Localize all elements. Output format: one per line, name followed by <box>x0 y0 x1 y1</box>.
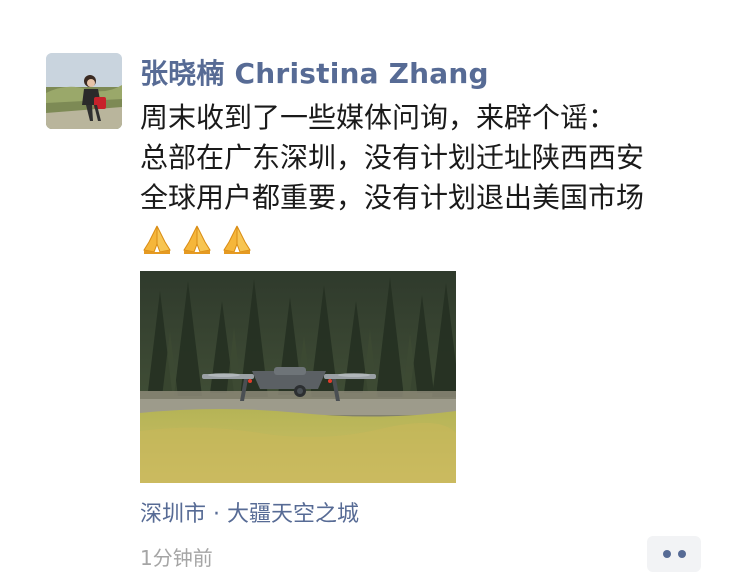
post-text-line: 全球用户都重要，没有计划退出美国市场 <box>140 181 645 214</box>
author-avatar[interactable] <box>46 53 122 129</box>
moments-post: 张晓楠 Christina Zhang 周末收到了一些媒体问询，来辟个谣： 总部… <box>0 0 750 576</box>
folded-hands-icon <box>183 225 211 254</box>
emoji-row <box>140 222 254 256</box>
folded-hands-icon <box>223 225 251 254</box>
location-link[interactable]: 深圳市 · 大疆天空之城 <box>140 496 359 528</box>
more-dots-button[interactable] <box>647 536 701 572</box>
author-name[interactable]: 张晓楠 Christina Zhang <box>140 52 489 92</box>
drone-photo <box>140 271 456 483</box>
post-text-line: 总部在广东深圳，没有计划迁址陕西西安 <box>140 141 645 174</box>
post-photo[interactable] <box>140 271 456 483</box>
avatar-photo <box>46 53 122 129</box>
post-text: 周末收到了一些媒体问询，来辟个谣： 总部在广东深圳，没有计划迁址陕西西安 全球用… <box>140 98 730 218</box>
post-text-line: 周末收到了一些媒体问询，来辟个谣： <box>140 101 617 134</box>
more-dots-icon <box>662 550 671 558</box>
folded-hands-icon <box>143 225 171 254</box>
more-dots-icon <box>677 550 686 558</box>
post-timestamp: 1分钟前 <box>140 546 213 570</box>
